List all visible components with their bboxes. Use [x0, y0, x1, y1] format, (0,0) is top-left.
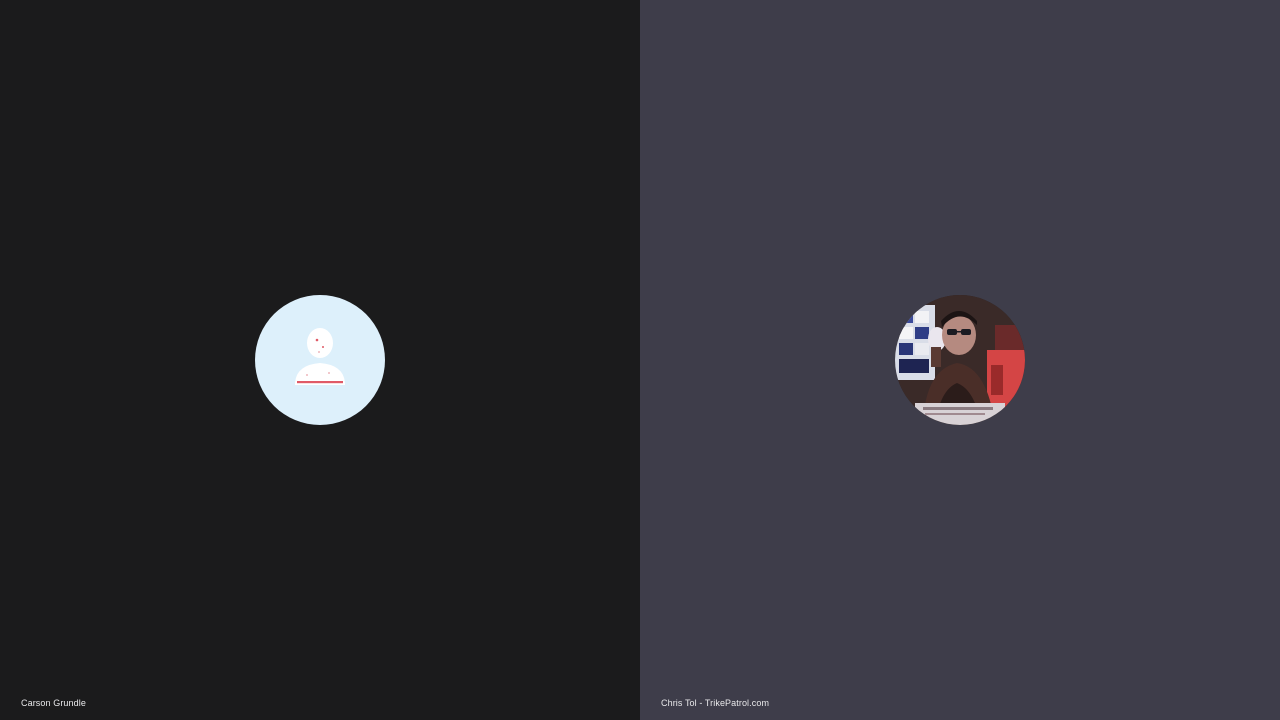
participant-name-label: Carson Grundle — [21, 698, 86, 708]
participant-tile-carson-grundle[interactable]: Carson Grundle — [0, 0, 640, 720]
user-photo-avatar — [895, 295, 1025, 425]
default-user-avatar — [255, 295, 385, 425]
video-call-grid: Carson Grundle Chris Tol - TrikePatrol.c… — [0, 0, 1280, 720]
participant-name-label: Chris Tol - TrikePatrol.com — [661, 698, 770, 708]
user-photo-icon — [895, 295, 1025, 425]
participant-tile-chris-tol[interactable]: Chris Tol - TrikePatrol.com — [640, 0, 1280, 720]
default-user-icon — [295, 328, 345, 385]
